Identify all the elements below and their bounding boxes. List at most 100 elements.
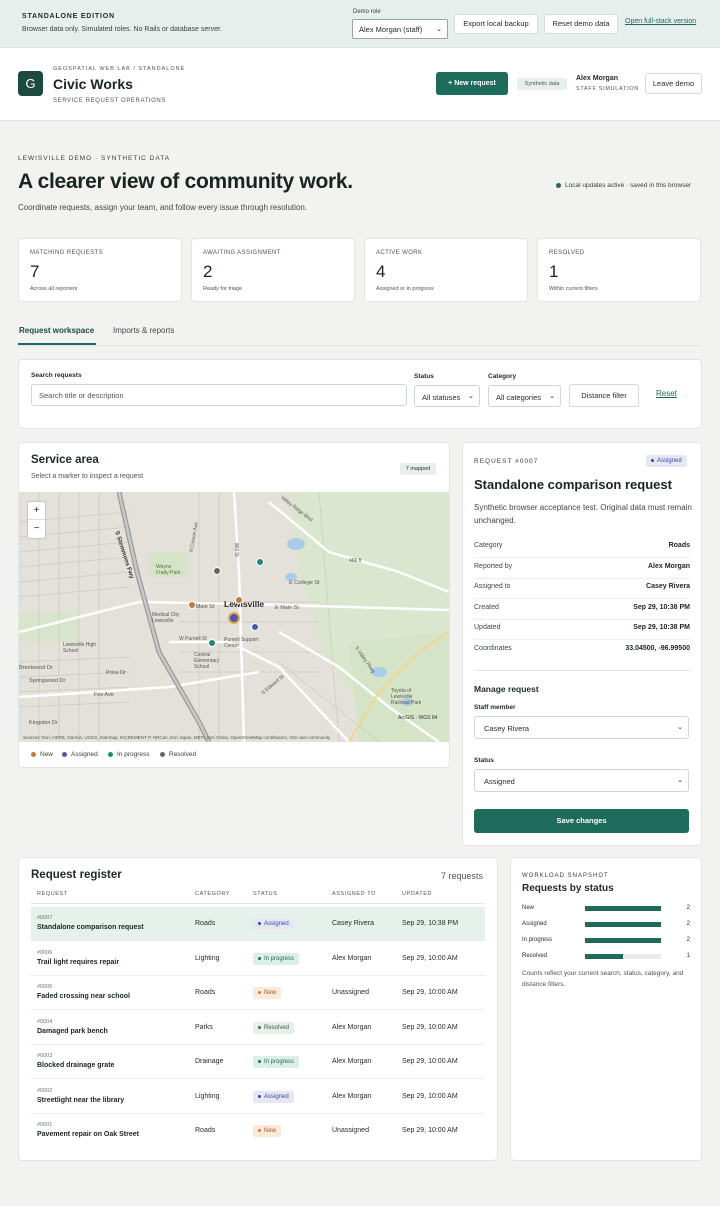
status-badge-label: New [264, 990, 277, 996]
app-header: G GEOSPATIAL WEB LAB / STANDALONE Civic … [0, 48, 720, 121]
row-category: Parks [195, 1024, 213, 1031]
stat-label: MATCHING REQUESTS [30, 250, 104, 256]
save-changes-button[interactable]: Save changes [474, 809, 689, 833]
status-badge-label: Resolved [264, 1025, 290, 1031]
row-number: #0006 [37, 950, 53, 956]
detail-key: Assigned to [474, 583, 511, 590]
map-label-purnell: Purnell Support Center [224, 637, 259, 649]
workload-label: In progress [522, 937, 553, 943]
detail-row-assigned-to: Assigned to Casey Rivera [474, 579, 690, 599]
status-badge-label: Assigned [264, 921, 289, 927]
workload-row-assigned: Assigned 2 [522, 920, 690, 930]
map-marker[interactable] [256, 558, 264, 566]
full-stack-link[interactable]: Open full-stack version [625, 18, 696, 25]
workload-bar [585, 954, 661, 959]
status-select-value: Assigned [484, 777, 515, 786]
map-marker[interactable] [235, 596, 243, 604]
legend-dot-icon [31, 751, 36, 757]
detail-row-coordinates: Coordinates 33.04500, -96.99500 [474, 641, 690, 661]
new-request-button[interactable]: + New request [436, 72, 508, 95]
chevron-down-icon: ⌄ [436, 26, 442, 33]
map-scale-label: ArcGIS · WGS 84 [398, 715, 438, 721]
map-marker[interactable] [251, 623, 259, 631]
detail-key: Reported by [474, 563, 513, 570]
status-select[interactable]: Assigned ⌄ [474, 769, 689, 792]
map-view[interactable]: Lewisville Valley Ridge Blvd E College S… [19, 492, 449, 742]
row-assignee: Alex Morgan [332, 1093, 372, 1100]
row-assignee: Casey Rivera [332, 920, 375, 927]
table-row[interactable]: #0003 Blocked drainage grate Drainage In… [31, 1045, 485, 1079]
workload-bar-fill [585, 954, 623, 959]
row-number: #0005 [37, 984, 53, 990]
workload-bar-fill [585, 938, 661, 943]
manage-request-title: Manage request [474, 684, 539, 694]
export-backup-button[interactable]: Export local backup [454, 14, 538, 34]
chevron-down-icon: ⌄ [468, 393, 474, 400]
distance-filter-button[interactable]: Distance filter [569, 384, 639, 407]
tabs-divider [18, 345, 702, 346]
status-filter-select[interactable]: All statuses ⌄ [414, 385, 480, 407]
zoom-out-button[interactable]: − [28, 520, 45, 538]
map-label-main-east: E Main St [275, 605, 299, 611]
map-marker[interactable] [188, 601, 196, 609]
map-marker-selected[interactable] [228, 612, 240, 624]
table-row[interactable]: #0007 Standalone comparison request Road… [31, 907, 485, 941]
live-status: Local updates active · saved in this bro… [556, 182, 691, 189]
demo-role-select[interactable]: Alex Morgan (staff) ⌄ [352, 19, 448, 39]
stat-card-matching: MATCHING REQUESTS 7 Across all reporters [18, 238, 182, 302]
table-header-divider [31, 903, 485, 904]
zoom-in-button[interactable]: + [28, 502, 45, 520]
map-label-lewisville-high: Lewisville High School [63, 642, 97, 654]
map-label-price: Price Dr [106, 670, 126, 676]
table-row[interactable]: #0005 Faded crossing near school Roads N… [31, 976, 485, 1010]
live-status-text: Local updates active · saved in this bro… [565, 182, 692, 189]
table-row[interactable]: #0004 Damaged park bench Parks Resolved … [31, 1011, 485, 1045]
reset-demo-button[interactable]: Reset demo data [544, 14, 618, 34]
map-marker[interactable] [208, 639, 216, 647]
map-marker[interactable] [213, 567, 221, 575]
row-assignee: Alex Morgan [332, 955, 372, 962]
status-badge: In progress [253, 1056, 300, 1068]
register-count: 7 requests [441, 871, 484, 881]
row-title: Blocked drainage grate [37, 1062, 115, 1069]
table-row[interactable]: #0001 Pavement repair on Oak Street Road… [31, 1114, 485, 1148]
mapped-count-badge: 7 mapped [400, 463, 436, 475]
map-attribution: Sources: Esri, HERE, Garmin, USGS, Inter… [23, 735, 331, 740]
status-filter-value: All statuses [422, 393, 461, 402]
demo-role-value: Alex Morgan (staff) [359, 25, 423, 34]
detail-value: Casey Rivera [646, 583, 690, 590]
table-row[interactable]: #0006 Trail light requires repair Lighti… [31, 942, 485, 976]
map-label-fox: Fox Ave [94, 692, 114, 698]
tab-request-workspace[interactable]: Request workspace [19, 326, 94, 335]
hero-title: A clearer view of community work. [18, 170, 353, 193]
row-category: Lighting [195, 955, 220, 962]
tab-imports-reports[interactable]: Imports & reports [113, 326, 174, 335]
workload-note: Counts reflect your current search, stat… [522, 970, 684, 988]
row-number: #0001 [37, 1122, 53, 1128]
detail-value: 33.04500, -96.99500 [625, 645, 690, 652]
workload-label: New [522, 905, 535, 911]
map-subtitle: Select a marker to inspect a request [31, 473, 144, 480]
row-title: Pavement repair on Oak Street [37, 1131, 139, 1138]
status-dot-icon [258, 956, 261, 960]
category-filter-select[interactable]: All categories ⌄ [488, 385, 561, 407]
app-title: Civic Works [53, 76, 133, 92]
table-row[interactable]: #0002 Streetlight near the library Light… [31, 1080, 485, 1114]
detail-divider [474, 670, 690, 671]
row-title: Trail light requires repair [37, 959, 120, 966]
staff-member-select[interactable]: Casey Rivera ⌄ [474, 716, 689, 739]
legend-item-assigned: Assigned [62, 751, 98, 758]
status-badge-label: In progress [264, 1059, 295, 1065]
row-updated: Sep 29, 10:00 AM [402, 1024, 458, 1031]
reset-filters-link[interactable]: Reset [656, 389, 677, 398]
status-badge-label: In progress [264, 956, 295, 962]
legend-dot-icon [160, 751, 165, 757]
leave-demo-button[interactable]: Leave demo [645, 73, 702, 94]
synthetic-data-badge: Synthetic data [517, 78, 567, 90]
search-input[interactable]: Search title or description [31, 384, 407, 406]
status-badge: New [253, 1125, 282, 1137]
row-updated: Sep 29, 10:00 AM [402, 955, 458, 962]
row-category: Lighting [195, 1093, 220, 1100]
legend-label: Assigned [71, 751, 98, 758]
row-category: Drainage [195, 1058, 224, 1065]
